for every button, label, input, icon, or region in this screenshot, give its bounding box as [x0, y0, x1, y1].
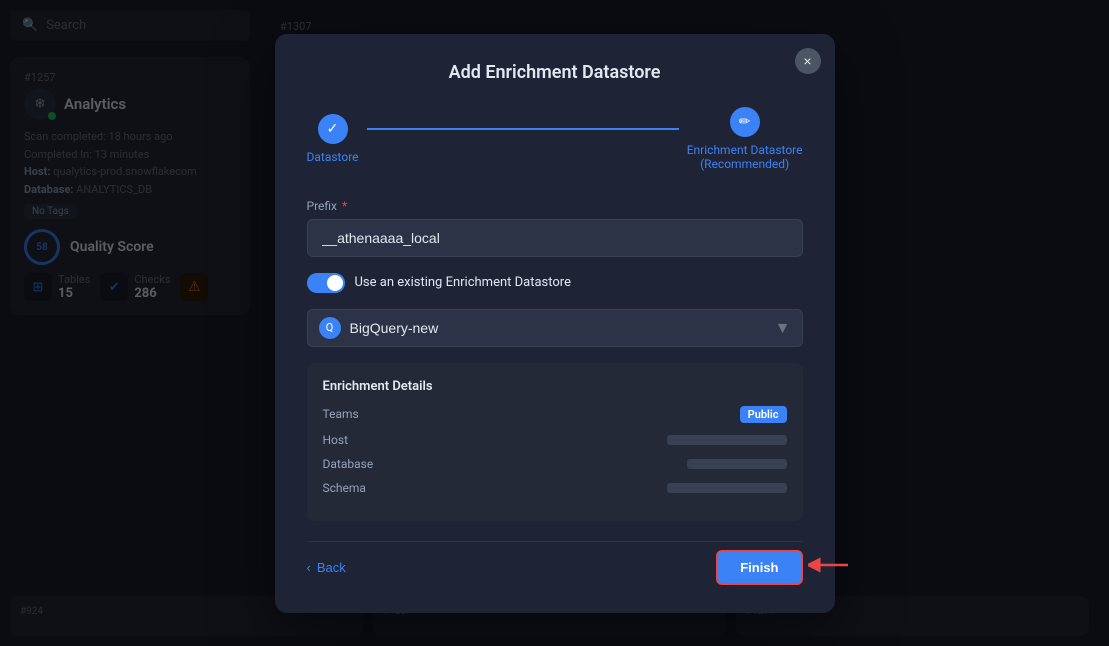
- host-value-bar: [667, 435, 787, 445]
- enrichment-details-box: Enrichment Details Teams Public Host Dat…: [307, 363, 803, 521]
- prefix-input[interactable]: [307, 219, 803, 257]
- finish-area: Finish: [716, 550, 802, 585]
- step-2-circle: ✏: [730, 107, 760, 137]
- enrichment-details-title: Enrichment Details: [323, 379, 787, 394]
- database-row: Database: [323, 457, 787, 471]
- database-key: Database: [323, 457, 374, 471]
- step-2: ✏ Enrichment Datastore (Recommended): [687, 107, 803, 171]
- schema-value-bar: [667, 483, 787, 493]
- modal-overlay: × Add Enrichment Datastore ✓ Datastore ✏…: [0, 0, 1109, 646]
- teams-row: Teams Public: [323, 406, 787, 423]
- stepper: ✓ Datastore ✏ Enrichment Datastore (Reco…: [307, 107, 803, 171]
- host-row: Host: [323, 433, 787, 447]
- schema-row: Schema: [323, 481, 787, 495]
- close-button[interactable]: ×: [795, 48, 821, 74]
- arrow-indicator: [808, 555, 853, 579]
- database-value-bar: [687, 459, 787, 469]
- chevron-left-icon: ‹: [307, 560, 311, 575]
- bigquery-icon: Q: [319, 317, 341, 339]
- step-2-label: Enrichment Datastore (Recommended): [687, 143, 803, 171]
- toggle-switch[interactable]: [307, 273, 345, 293]
- host-key: Host: [323, 433, 349, 447]
- required-indicator: *: [342, 199, 347, 213]
- finish-button[interactable]: Finish: [716, 550, 802, 585]
- select-wrapper: Q BigQuery-new ▼: [307, 309, 803, 347]
- enrichment-select[interactable]: BigQuery-new: [307, 309, 803, 347]
- finish-label: Finish: [740, 560, 778, 575]
- schema-key: Schema: [323, 481, 366, 495]
- prefix-label: Prefix *: [307, 199, 803, 213]
- back-label: Back: [317, 560, 346, 575]
- modal-footer: ‹ Back Finish: [307, 541, 803, 585]
- public-badge: Public: [740, 406, 787, 423]
- modal: × Add Enrichment Datastore ✓ Datastore ✏…: [275, 34, 835, 613]
- modal-title: Add Enrichment Datastore: [307, 62, 803, 83]
- toggle-row: Use an existing Enrichment Datastore: [307, 273, 803, 293]
- toggle-label: Use an existing Enrichment Datastore: [355, 275, 571, 290]
- step-1-label: Datastore: [307, 150, 359, 164]
- step-line: [367, 128, 679, 130]
- step-1: ✓ Datastore: [307, 114, 359, 164]
- teams-key: Teams: [323, 407, 359, 421]
- back-button[interactable]: ‹ Back: [307, 560, 346, 575]
- step-1-circle: ✓: [318, 114, 348, 144]
